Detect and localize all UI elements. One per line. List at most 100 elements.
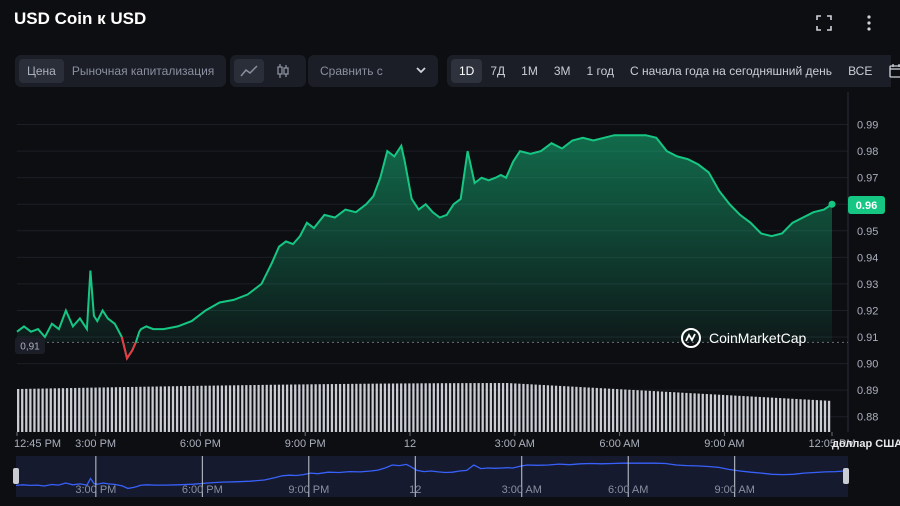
volume-bar <box>192 385 195 432</box>
volume-bar <box>754 396 757 432</box>
volume-bar <box>184 386 187 432</box>
volume-bar <box>611 388 615 432</box>
volume-bar <box>738 395 741 432</box>
volume-bar <box>175 386 179 432</box>
volume-bar <box>322 384 325 432</box>
price-chart[interactable]: 0.99 0.98 0.97 0.96 0.95 0.94 0.93 0.92 0.91 0.90… <box>0 0 900 506</box>
volume-bar <box>57 388 61 432</box>
y-tick-label: 0.91 <box>857 332 878 344</box>
volume-bar <box>387 383 391 432</box>
volume-bar <box>98 387 101 432</box>
navigator-tick-label: 12 <box>409 484 421 496</box>
volume-bar <box>493 383 497 432</box>
x-tick-label: 6:00 PM <box>180 438 221 450</box>
volume-bar <box>273 384 277 432</box>
volume-bar <box>237 385 240 432</box>
volume-bar <box>65 388 69 432</box>
volume-bar <box>510 383 513 432</box>
y-tick-label: 0.99 <box>857 120 878 132</box>
volume-bar <box>49 388 52 432</box>
x-tick-label: 6:00 AM <box>599 438 639 450</box>
volume-bar <box>534 384 537 432</box>
navigator-left-handle[interactable] <box>13 468 19 484</box>
x-tick-label: 3:00 PM <box>75 438 116 450</box>
volume-bar <box>21 388 24 432</box>
volume-bar <box>151 386 154 432</box>
volume-bar <box>224 385 228 432</box>
volume-bar <box>180 386 183 432</box>
volume-bar <box>469 383 472 432</box>
volume-bar <box>78 387 81 432</box>
y-tick-label: 0.97 <box>857 173 878 185</box>
volume-bar <box>750 396 753 432</box>
x-tick-label: 12 <box>404 438 416 450</box>
volume-bar <box>29 388 32 432</box>
volume-bar <box>37 388 40 432</box>
volume-bar <box>579 387 582 432</box>
volume-bar <box>774 397 778 432</box>
volume-bar <box>367 383 370 432</box>
x-tick-label: 3:00 AM <box>495 438 535 450</box>
volume-bar <box>94 387 97 432</box>
volume-bar <box>33 388 36 432</box>
volume-bar <box>188 385 191 432</box>
volume-bar <box>440 383 444 432</box>
volume-bar <box>591 387 594 432</box>
volume-bar <box>709 394 713 432</box>
volume-bar <box>208 385 211 432</box>
last-price-dot <box>828 200 836 208</box>
range-navigator[interactable]: 3:00 PM 6:00 PM 9:00 PM 12 3:00 AM 6:00 AM 9:0… <box>13 456 849 497</box>
volume-bar <box>603 388 607 432</box>
volume-bar <box>685 392 688 432</box>
navigator-tick-label: 3:00 AM <box>502 484 542 496</box>
volume-bar <box>347 383 350 432</box>
volume-bar <box>542 385 545 432</box>
volume-bar <box>436 383 440 432</box>
volume-bar <box>558 385 562 432</box>
volume-bar <box>681 392 684 432</box>
volume-bar <box>306 384 309 432</box>
volume-bar <box>82 387 85 432</box>
volume-bar <box>298 384 301 432</box>
volume-bar <box>127 387 130 432</box>
navigator-tick-label: 6:00 AM <box>608 484 648 496</box>
volume-bar <box>196 385 199 432</box>
x-tick-label: 9:00 AM <box>704 438 744 450</box>
volume-bar <box>497 383 501 432</box>
volume-bar <box>587 387 590 432</box>
volume-bar <box>253 385 256 432</box>
svg-text:CoinMarketCap: CoinMarketCap <box>709 330 806 346</box>
volume-bar <box>640 390 643 432</box>
volume-bar <box>139 386 142 432</box>
volume-bar <box>721 394 725 432</box>
y-tick-label: 0.92 <box>857 305 878 317</box>
volume-bar <box>526 384 529 432</box>
current-price-badge: 0.96 <box>848 196 885 214</box>
volume-bar <box>644 390 647 432</box>
volume-bar <box>245 385 248 432</box>
navigator-tick-label: 9:00 PM <box>288 484 329 496</box>
volume-bar <box>656 391 660 432</box>
volume-bar <box>453 383 456 432</box>
volume-bar <box>779 398 782 432</box>
volume-bar <box>326 384 329 432</box>
volume-bar <box>506 383 509 432</box>
volume-bar <box>359 383 362 432</box>
volume-bar <box>501 383 505 432</box>
volume-bar <box>261 384 264 432</box>
navigator-right-handle[interactable] <box>843 468 849 484</box>
volume-bar <box>216 385 219 432</box>
volume-bar <box>607 388 611 432</box>
volume-bar <box>355 383 358 432</box>
volume-bar <box>334 384 338 432</box>
volume-bar <box>599 388 603 432</box>
x-axis: 12:45 PM 3:00 PM 6:00 PM 9:00 PM 12 3:00 AM 6:… <box>14 432 856 450</box>
volume-bar <box>807 399 810 432</box>
volume-bar <box>689 393 692 432</box>
volume-bar <box>228 385 232 432</box>
volume-bar <box>118 387 122 432</box>
volume-bar <box>420 383 423 432</box>
volume-bar <box>110 387 114 432</box>
volume-bar <box>648 390 651 432</box>
volume-bar <box>375 383 378 432</box>
